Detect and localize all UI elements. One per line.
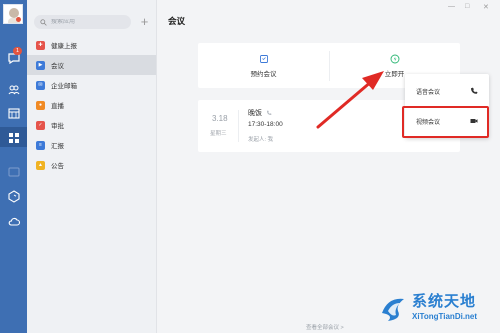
meeting-weekday: 星期三 bbox=[210, 131, 227, 137]
schedule-meeting-button[interactable]: 预约会议 bbox=[198, 43, 329, 88]
calendar-icon[interactable] bbox=[6, 105, 21, 120]
voice-meeting-label: 语音会议 bbox=[416, 89, 441, 96]
health-report-icon: ✚ bbox=[36, 40, 45, 50]
wechat-icon[interactable] bbox=[6, 164, 21, 179]
sidebar-item-label: 健康上报 bbox=[51, 43, 77, 50]
search-input[interactable] bbox=[51, 19, 131, 25]
sidebar-item-live[interactable]: ● 直播 bbox=[27, 95, 156, 115]
calendar-phone-icon bbox=[259, 54, 268, 63]
page-title: 会议 bbox=[168, 16, 186, 26]
search-box[interactable] bbox=[34, 15, 131, 29]
meeting-title-row: 晚饭 bbox=[248, 108, 272, 118]
app-sidebar: + ✚ 健康上报 ▶ 会议 ✉ 企业邮箱 ● 直播 ✓ 审批 ≡ 汇报 ▲ 公告 bbox=[27, 0, 157, 333]
meeting-title: 晚饭 bbox=[248, 110, 262, 117]
sidebar-item-mail[interactable]: ✉ 企业邮箱 bbox=[27, 75, 156, 95]
sidebar-item-label: 审批 bbox=[51, 123, 64, 130]
add-button[interactable]: + bbox=[138, 14, 151, 29]
start-now-label: 立即开 bbox=[384, 70, 405, 78]
search-icon bbox=[40, 18, 47, 26]
meeting-time: 17:30-18:00 bbox=[248, 121, 283, 128]
left-rail: 1 bbox=[0, 0, 27, 333]
sidebar-item-meeting[interactable]: ▶ 会议 bbox=[27, 55, 156, 75]
maximize-button[interactable]: □ bbox=[465, 3, 469, 10]
watermark-logo-icon bbox=[382, 298, 404, 321]
report-icon: ≡ bbox=[36, 140, 45, 150]
workbench-icon[interactable] bbox=[6, 130, 21, 145]
watermark: 系统天地 XiTongTianDi.net bbox=[376, 290, 500, 330]
meeting-date: 3.18 bbox=[212, 114, 228, 123]
watermark-subtitle: XiTongTianDi.net bbox=[412, 312, 478, 321]
video-meeting-highlight-box bbox=[402, 106, 489, 138]
sidebar-item-label: 公告 bbox=[51, 163, 64, 170]
cube-icon[interactable] bbox=[6, 188, 21, 203]
sidebar-item-report[interactable]: ≡ 汇报 bbox=[27, 135, 156, 155]
view-all-meetings-link[interactable]: 查看全部会议 > bbox=[306, 323, 344, 331]
lightning-icon bbox=[390, 54, 399, 63]
avatar[interactable] bbox=[3, 4, 23, 24]
voice-meeting-option[interactable]: 语音会议 bbox=[405, 79, 489, 103]
app-list: ✚ 健康上报 ▶ 会议 ✉ 企业邮箱 ● 直播 ✓ 审批 ≡ 汇报 ▲ 公告 bbox=[27, 35, 156, 175]
cloud-icon[interactable] bbox=[6, 214, 21, 229]
sidebar-item-label: 汇报 bbox=[51, 143, 64, 150]
divider bbox=[238, 110, 239, 142]
sidebar-item-approval[interactable]: ✓ 审批 bbox=[27, 115, 156, 135]
watermark-title: 系统天地 bbox=[412, 292, 477, 310]
mail-icon: ✉ bbox=[36, 80, 45, 90]
close-button[interactable]: ✕ bbox=[483, 3, 489, 11]
main-panel: — □ ✕ 会议 预约会议 立即开 3.18 星期三 晚饭 17:30-18:0… bbox=[158, 0, 500, 333]
phone-icon bbox=[471, 87, 478, 94]
sidebar-item-label: 会议 bbox=[51, 63, 64, 70]
approval-icon: ✓ bbox=[36, 120, 45, 130]
schedule-meeting-label: 预约会议 bbox=[250, 70, 277, 78]
minimize-button[interactable]: — bbox=[448, 3, 455, 10]
sidebar-item-label: 企业邮箱 bbox=[51, 83, 77, 90]
meeting-host: 发起人: 我 bbox=[248, 137, 274, 143]
sidebar-item-announcement[interactable]: ▲ 公告 bbox=[27, 155, 156, 175]
contacts-icon[interactable] bbox=[6, 82, 21, 97]
sidebar-item-label: 直播 bbox=[51, 103, 64, 110]
sidebar-item-health-report[interactable]: ✚ 健康上报 bbox=[27, 35, 156, 55]
announcement-icon: ▲ bbox=[36, 160, 45, 170]
live-icon: ● bbox=[36, 100, 45, 110]
unread-badge: 1 bbox=[13, 47, 22, 55]
meeting-icon: ▶ bbox=[36, 60, 45, 70]
phone-icon bbox=[267, 110, 272, 115]
